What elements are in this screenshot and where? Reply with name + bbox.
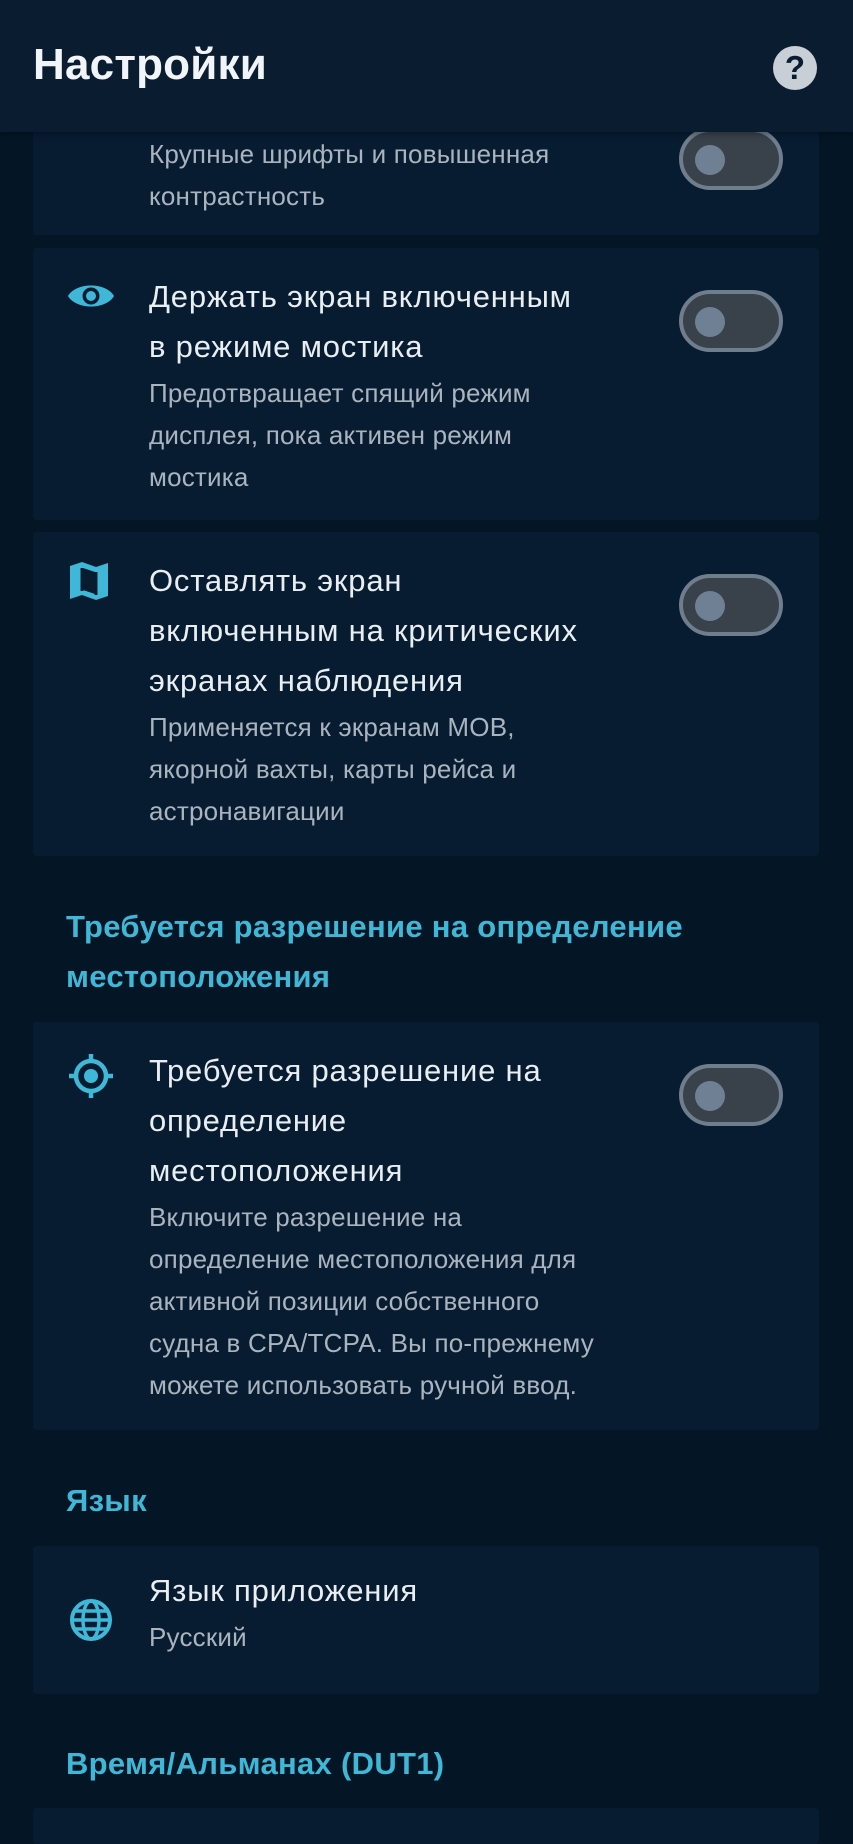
app-language-value: Русский [149, 1622, 247, 1652]
setting-subtitle-line: Включите разрешение на [149, 1202, 463, 1232]
setting-subtitle-line: дисплея, пока активен режим [149, 420, 513, 450]
setting-title-line: Оставлять экран [149, 563, 403, 598]
toggle-knob [695, 145, 725, 175]
setting-title-line: в режиме мостика [149, 329, 424, 364]
setting-subtitle-line: мостика [149, 462, 249, 492]
setting-title-line: определение [149, 1103, 347, 1138]
setting-title-line: местоположения [149, 1153, 404, 1188]
setting-title-line: Требуется разрешение на [149, 1053, 542, 1088]
setting-title-line: экранах наблюдения [149, 663, 464, 698]
setting-subtitle-line: определение местоположения для [149, 1244, 577, 1274]
keep-screen-critical-toggle[interactable] [679, 574, 783, 636]
app-bar: Настройки ? [0, 0, 853, 132]
help-icon[interactable]: ? [773, 46, 817, 90]
toggle-knob [695, 591, 725, 621]
section-header-location: Требуется разрешение на определение мест… [66, 902, 786, 1002]
setting-subtitle-line: контрастность [149, 181, 326, 211]
setting-subtitle-line: Предотвращает спящий режим [149, 378, 531, 408]
section-header-time: Время/Альманах (DUT1) [66, 1746, 445, 1781]
globe-icon [69, 1598, 113, 1642]
toggle-knob [695, 307, 725, 337]
setting-subtitle-line: Применяется к экранам MOB, [149, 712, 515, 742]
app-language-title: Язык приложения [149, 1573, 418, 1608]
map-icon [68, 560, 110, 602]
setting-subtitle-line: астронавигации [149, 796, 345, 826]
eye-icon [66, 278, 116, 314]
setting-location-permission[interactable]: Требуется разрешение на определение мест… [33, 1022, 819, 1430]
section-header-line: местоположения [66, 959, 331, 994]
setting-title-line: включенным на критических [149, 613, 578, 648]
setting-subtitle-line: Крупные шрифты и повышенная [149, 139, 550, 169]
toggle-knob [695, 1081, 725, 1111]
location-permission-toggle[interactable] [679, 1064, 783, 1126]
section-header-line: Требуется разрешение на определение [66, 909, 683, 944]
setting-subtitle-line: якорной вахты, карты рейса и [149, 754, 517, 784]
setting-keep-screen-critical[interactable]: Оставлять экран включенным на критически… [33, 532, 819, 856]
gps-target-icon [67, 1052, 115, 1100]
setting-app-language[interactable]: Язык приложения Русский [33, 1546, 819, 1694]
setting-time-card-partial[interactable] [33, 1808, 819, 1844]
setting-keep-screen-bridge[interactable]: Держать экран включенным в режиме мостик… [33, 248, 819, 520]
large-fonts-toggle[interactable] [679, 128, 783, 190]
section-header-language: Язык [66, 1483, 147, 1518]
keep-screen-bridge-toggle[interactable] [679, 290, 783, 352]
setting-title-line: Держать экран включенным [149, 279, 572, 314]
setting-subtitle-line: активной позиции собственного [149, 1286, 540, 1316]
page-title: Настройки [33, 40, 267, 89]
setting-subtitle-line: можете использовать ручной ввод. [149, 1370, 578, 1400]
setting-subtitle-line: судна в CPA/TCPA. Вы по-прежнему [149, 1328, 594, 1358]
